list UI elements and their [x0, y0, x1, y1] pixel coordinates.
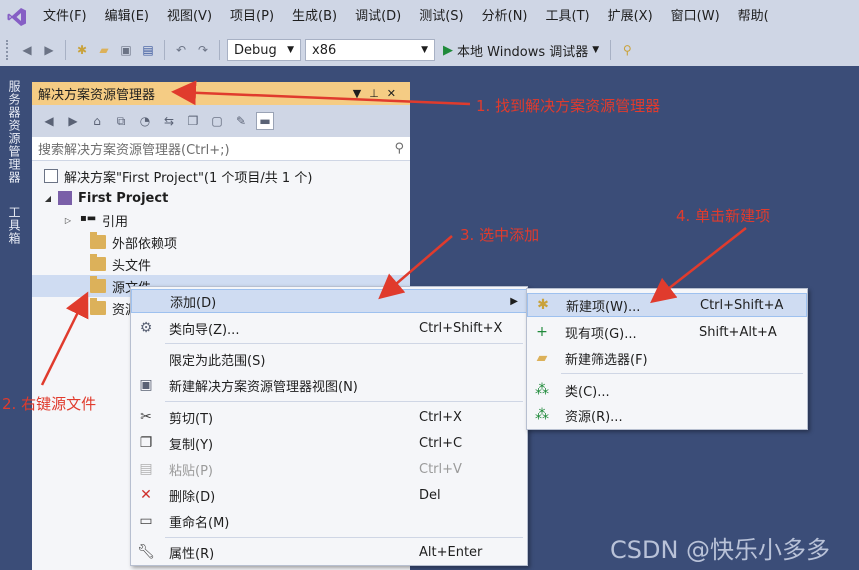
- arrow-step4: [650, 227, 747, 304]
- arrow-step2: [40, 291, 89, 386]
- watermark: CSDN @快乐小多多: [610, 536, 831, 564]
- annotation-step3: 3. 选中添加: [460, 226, 540, 244]
- annotation-step1: 1. 找到解决方案资源管理器: [476, 97, 661, 115]
- arrow-step1: [171, 80, 471, 106]
- arrow-step3: [378, 235, 453, 300]
- annotation-step4: 4. 单击新建项: [676, 207, 771, 225]
- annotation-step2: 2. 右键源文件: [2, 395, 97, 413]
- annotation-arrows: [40, 80, 747, 386]
